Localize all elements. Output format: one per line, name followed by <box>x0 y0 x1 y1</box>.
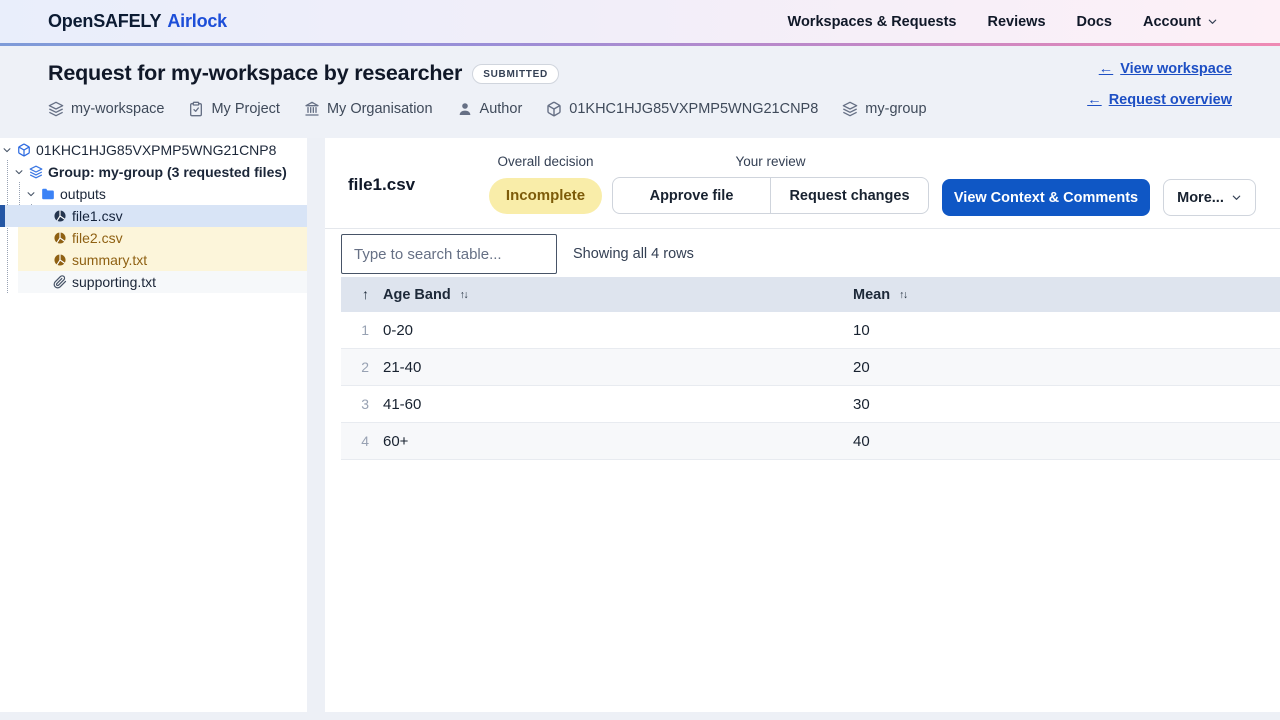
file-review-panel: file1.csv Overall decision Incomplete Yo… <box>325 138 1280 712</box>
sort-toggle-icon[interactable] <box>899 289 907 301</box>
mean-cell: 30 <box>853 395 870 413</box>
account-menu[interactable]: Account <box>1143 14 1218 30</box>
sort-ascending-icon[interactable] <box>362 286 369 302</box>
chevron-down-icon <box>1231 192 1242 203</box>
row-number: 3 <box>361 396 369 412</box>
tree-node-request-id[interactable]: 01KHC1HJG85VXPMP5WNG21CNP8 <box>0 139 307 161</box>
file-tree: 01KHC1HJG85VXPMP5WNG21CNP8 Group: my-gro… <box>0 138 307 293</box>
nav-item-reviews[interactable]: Reviews <box>987 14 1045 30</box>
search-input[interactable] <box>341 234 557 274</box>
layers-icon <box>29 165 43 179</box>
layers-icon <box>842 101 858 117</box>
chevron-down-icon[interactable] <box>26 189 36 199</box>
brand-secondary: Airlock <box>167 11 227 31</box>
chevron-down-icon[interactable] <box>2 145 12 155</box>
mean-cell: 10 <box>853 321 870 339</box>
clipboard-icon <box>188 101 204 117</box>
age-band-cell: 41-60 <box>383 395 422 413</box>
rows-summary: Showing all 4 rows <box>573 246 694 262</box>
page-title: Request for my-workspace by researcher <box>48 61 463 85</box>
file-title: file1.csv <box>348 175 416 194</box>
request-meta: my-workspace My Project My Organisation … <box>48 101 1232 117</box>
table-row: 3 41-60 30 <box>341 386 1280 423</box>
overall-decision-label: Overall decision <box>497 154 594 169</box>
layers-icon <box>48 101 64 117</box>
cube-icon <box>546 101 562 117</box>
folder-icon <box>41 187 55 201</box>
chart-file-icon <box>53 209 67 223</box>
left-arrow-icon: ← <box>1098 61 1114 77</box>
more-button[interactable]: More... <box>1163 179 1256 216</box>
meta-project: My Project <box>188 101 280 117</box>
brand-logo[interactable]: OpenSAFELY Airlock <box>48 11 227 32</box>
decision-badge: Incomplete <box>489 178 602 214</box>
brand-primary: OpenSAFELY <box>48 11 162 31</box>
chart-file-icon <box>53 231 67 245</box>
view-context-comments-button[interactable]: View Context & Comments <box>942 179 1150 216</box>
cube-icon <box>17 143 31 157</box>
review-button-group: Approve file Request changes <box>612 177 929 214</box>
index-column-header <box>341 286 383 303</box>
table-header-row: Age Band Mean <box>341 277 1280 312</box>
tree-node-group[interactable]: Group: my-group (3 requested files) <box>0 161 307 183</box>
your-review-label: Your review <box>735 154 806 169</box>
chevron-down-icon <box>1207 16 1218 27</box>
view-workspace-link[interactable]: ← View workspace <box>1099 61 1232 77</box>
tree-node-summary-txt[interactable]: summary.txt <box>0 249 307 271</box>
mean-cell: 20 <box>853 358 870 376</box>
table-row: 1 0-20 10 <box>341 312 1280 349</box>
file-actions-header: file1.csv Overall decision Incomplete Yo… <box>325 138 1280 229</box>
tree-node-outputs-folder[interactable]: outputs <box>0 183 307 205</box>
nav-item-docs[interactable]: Docs <box>1077 14 1112 30</box>
meta-request-id: 01KHC1HJG85VXPMP5WNG21CNP8 <box>546 101 818 117</box>
nav-item-workspaces-requests[interactable]: Workspaces & Requests <box>788 14 957 30</box>
tree-node-file1-csv[interactable]: file1.csv <box>0 205 307 227</box>
table-row: 2 21-40 20 <box>341 349 1280 386</box>
chevron-down-icon[interactable] <box>14 167 24 177</box>
mean-column-header[interactable]: Mean <box>853 287 1280 303</box>
table-row: 4 60+ 40 <box>341 423 1280 460</box>
request-overview-link[interactable]: ← Request overview <box>1087 92 1232 108</box>
meta-author: Author <box>457 101 522 117</box>
age-band-column-header[interactable]: Age Band <box>383 287 853 303</box>
tree-node-supporting-txt[interactable]: supporting.txt <box>0 271 307 293</box>
file-tree-sidebar: 01KHC1HJG85VXPMP5WNG21CNP8 Group: my-gro… <box>0 138 307 712</box>
age-band-cell: 0-20 <box>383 321 414 339</box>
request-changes-button[interactable]: Request changes <box>771 178 928 213</box>
left-arrow-icon: ← <box>1087 92 1102 108</box>
data-table: Age Band Mean 1 0-20 10 2 21-40 20 3 41-… <box>341 277 1280 460</box>
status-badge: SUBMITTED <box>472 63 559 84</box>
approve-file-button[interactable]: Approve file <box>613 178 771 213</box>
meta-organisation: My Organisation <box>304 101 433 117</box>
bank-icon <box>304 101 320 117</box>
mean-cell: 40 <box>853 432 870 450</box>
user-icon <box>457 101 473 117</box>
row-number: 2 <box>361 359 369 375</box>
age-band-cell: 60+ <box>383 432 409 450</box>
meta-workspace: my-workspace <box>48 101 164 117</box>
age-band-cell: 21-40 <box>383 358 422 376</box>
chart-file-icon <box>53 253 67 267</box>
sort-toggle-icon[interactable] <box>460 289 468 301</box>
row-number: 1 <box>361 322 369 338</box>
row-number: 4 <box>361 433 369 449</box>
nav-links: Workspaces & Requests Reviews Docs Accou… <box>788 14 1218 30</box>
tree-node-file2-csv[interactable]: file2.csv <box>0 227 307 249</box>
meta-group: my-group <box>842 101 927 117</box>
request-header: Request for my-workspace by researcher S… <box>0 46 1280 138</box>
paperclip-icon <box>53 275 67 289</box>
top-navigation: OpenSAFELY Airlock Workspaces & Requests… <box>0 0 1280 43</box>
account-label: Account <box>1143 13 1201 30</box>
